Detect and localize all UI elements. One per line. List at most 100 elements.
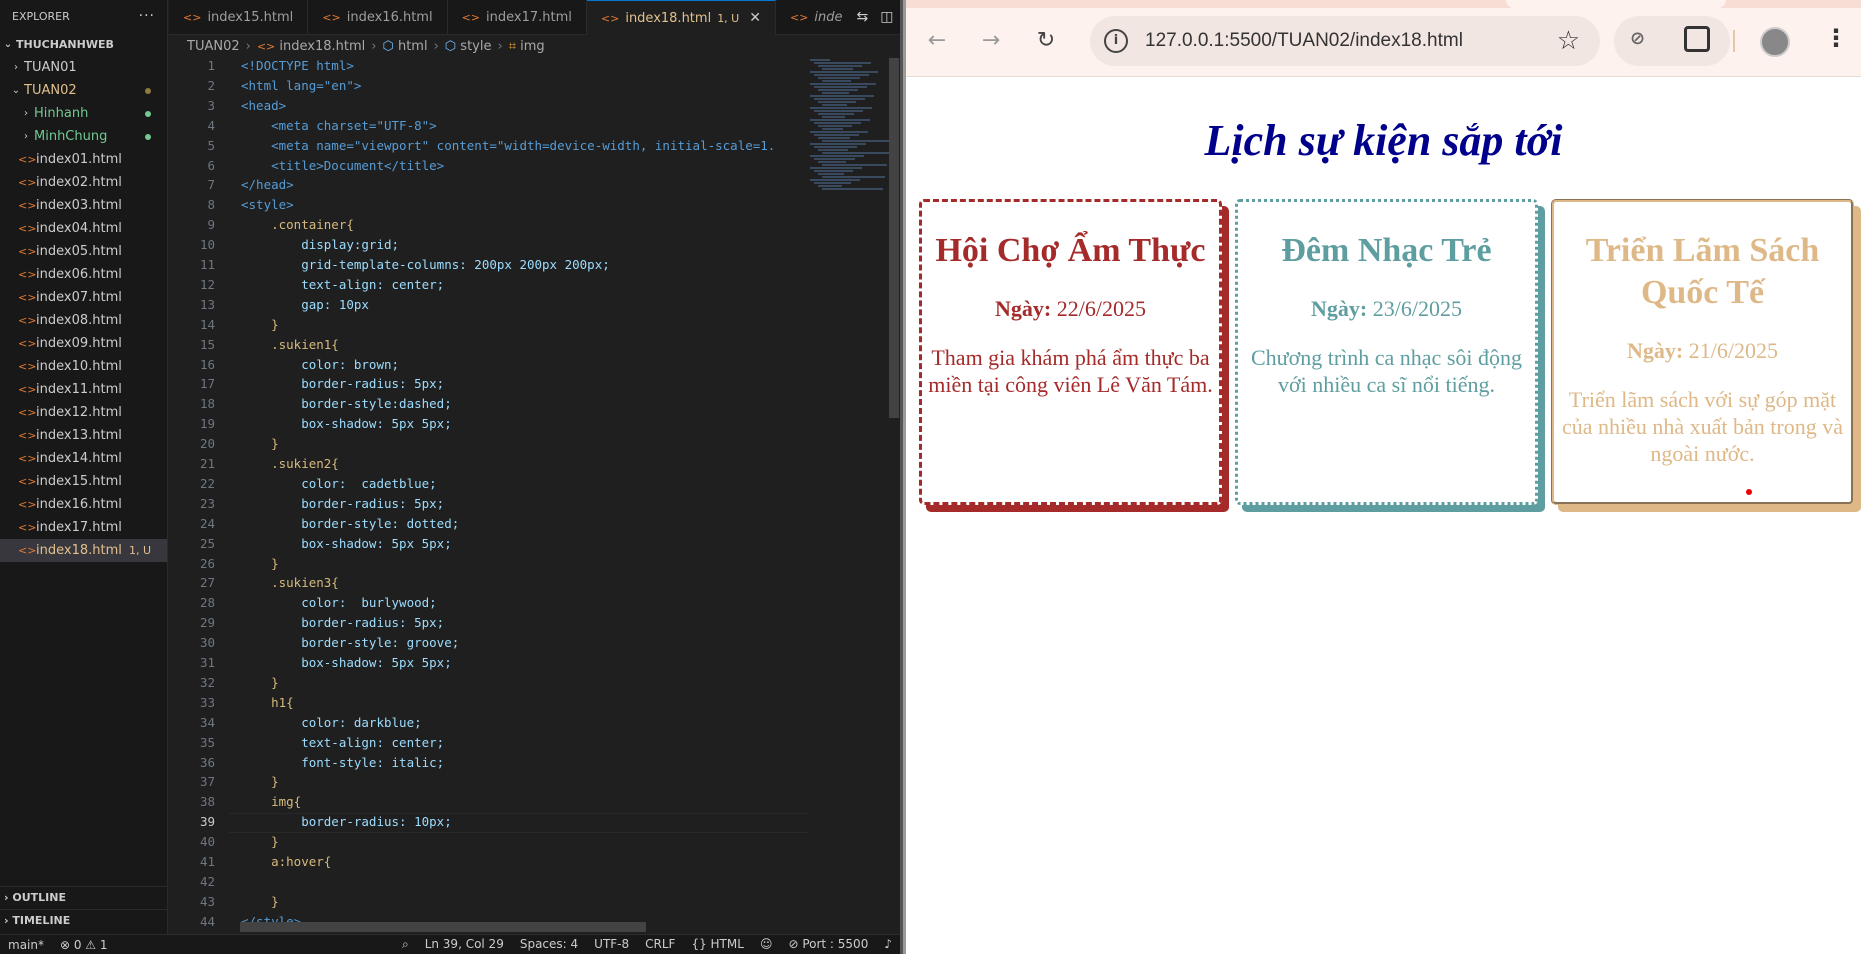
web-page: Lịch sự kiện sắp tới Hội Chợ Ẩm Thực Ngà… bbox=[906, 77, 1861, 954]
file-index09[interactable]: <> index09.html bbox=[0, 332, 167, 355]
code-line: } bbox=[241, 436, 279, 452]
file-index17[interactable]: <> index17.html bbox=[0, 516, 167, 539]
back-icon[interactable]: ← bbox=[920, 24, 954, 58]
file-index08[interactable]: <> index08.html bbox=[0, 309, 167, 332]
html-file-icon: <> bbox=[18, 383, 37, 396]
file-index06[interactable]: <> index06.html bbox=[0, 263, 167, 286]
breadcrumb-style[interactable]: ⬡ style bbox=[445, 36, 492, 58]
file-index05[interactable]: <> index05.html bbox=[0, 240, 167, 263]
code-line: color: burlywood; bbox=[241, 595, 437, 611]
line-number: 28 bbox=[199, 595, 215, 611]
file-index14[interactable]: <> index14.html bbox=[0, 447, 167, 470]
cursor-position[interactable]: Ln 39, Col 29 bbox=[417, 937, 512, 952]
line-number: 37 bbox=[199, 774, 215, 790]
file-index10[interactable]: <> index10.html bbox=[0, 355, 167, 378]
git-branch[interactable]: main* bbox=[0, 938, 52, 952]
breadcrumb-folder[interactable]: TUAN02 bbox=[187, 36, 240, 58]
extensions-area: ⊘ bbox=[1614, 16, 1730, 66]
profile-avatar[interactable] bbox=[1760, 27, 1790, 57]
more-actions-icon[interactable]: ··· bbox=[139, 0, 155, 33]
html-file-icon: <> bbox=[18, 222, 37, 235]
line-number: 38 bbox=[199, 794, 215, 810]
file-index12[interactable]: <> index12.html bbox=[0, 401, 167, 424]
file-index07[interactable]: <> index07.html bbox=[0, 286, 167, 309]
editor-scrollbar[interactable] bbox=[889, 58, 899, 418]
line-number: 8 bbox=[207, 197, 215, 213]
event-description: Triển lãm sách với sự góp mặt của nhiều … bbox=[1561, 387, 1843, 466]
extension-icon[interactable]: ⊘ bbox=[1630, 28, 1645, 49]
url-text[interactable]: 127.0.0.1:5500/TUAN02/index18.html bbox=[1145, 30, 1463, 52]
line-number: 14 bbox=[199, 316, 215, 332]
line-number: 19 bbox=[199, 416, 215, 432]
tab-index15[interactable]: <> index15.html bbox=[169, 0, 309, 35]
breadcrumb-html[interactable]: ⬡ html bbox=[382, 36, 427, 58]
code-line: font-style: italic; bbox=[241, 754, 445, 770]
site-info-icon[interactable]: i bbox=[1104, 29, 1128, 53]
line-number: 42 bbox=[199, 873, 215, 889]
modified-dot bbox=[145, 88, 151, 94]
file-index13[interactable]: <> index13.html bbox=[0, 424, 167, 447]
file-index04[interactable]: <> index04.html bbox=[0, 217, 167, 240]
folder-tuan01[interactable]: › TUAN01 bbox=[0, 56, 167, 79]
file-index11[interactable]: <> index11.html bbox=[0, 378, 167, 401]
code-line: <head> bbox=[241, 97, 287, 113]
html-file-icon: <> bbox=[256, 40, 276, 53]
tab-index18[interactable]: <> index18.html 1, U ✕ bbox=[586, 0, 776, 36]
address-bar[interactable]: i 127.0.0.1:5500/TUAN02/index18.html ☆ bbox=[1090, 16, 1600, 66]
event-title: Đêm Nhạc Trẻ bbox=[1281, 232, 1492, 269]
end-of-line[interactable]: CRLF bbox=[637, 937, 683, 952]
puzzle-icon[interactable] bbox=[1684, 26, 1710, 52]
live-server-port[interactable]: ⊘ Port : 5500 bbox=[780, 937, 876, 952]
code-line: text-align: center; bbox=[241, 276, 445, 292]
line-number: 1 bbox=[207, 58, 215, 73]
line-number: 3 bbox=[207, 97, 215, 113]
file-index16[interactable]: <> index16.html bbox=[0, 493, 167, 516]
folder-tuan02[interactable]: ⌄ TUAN02 bbox=[0, 79, 167, 102]
timeline-section[interactable]: › TIMELINE bbox=[0, 909, 168, 931]
html-file-icon: <> bbox=[18, 153, 37, 166]
tab-index16[interactable]: <> index16.html bbox=[308, 0, 448, 35]
language-mode[interactable]: {} HTML bbox=[683, 937, 751, 952]
bookmark-star-icon[interactable]: ☆ bbox=[1557, 26, 1580, 56]
file-index15[interactable]: <> index15.html bbox=[0, 470, 167, 493]
zoom-icon[interactable]: ⌕ bbox=[394, 937, 417, 952]
line-number: 27 bbox=[199, 575, 215, 591]
line-number: 32 bbox=[199, 674, 215, 690]
workspace-folder[interactable]: ⌄ THUCHANHWEB bbox=[0, 33, 167, 56]
code-editor[interactable]: 1 <!DOCTYPE html> 2 <html lang="en"> 3 <head>… bbox=[169, 58, 809, 934]
problems-count[interactable]: ⊗ 0 ⚠ 1 bbox=[52, 938, 116, 952]
file-index02[interactable]: <> index02.html bbox=[0, 171, 167, 194]
toolbar-divider bbox=[1733, 30, 1735, 52]
horizontal-scrollbar[interactable] bbox=[240, 922, 646, 932]
breadcrumb-file[interactable]: <> index18.html bbox=[257, 36, 365, 58]
breadcrumb-img[interactable]: ⌗ img bbox=[509, 36, 545, 58]
line-number: 33 bbox=[199, 694, 215, 710]
indentation[interactable]: Spaces: 4 bbox=[512, 937, 586, 952]
split-editor-icon[interactable]: ◫ bbox=[880, 9, 893, 25]
copilot-icon[interactable]: ☺ bbox=[752, 937, 781, 952]
code-line: box-shadow: 5px 5px; bbox=[241, 416, 452, 432]
line-number: 24 bbox=[199, 515, 215, 531]
compare-icon[interactable]: ⇆ bbox=[857, 9, 869, 25]
event-date: Ngày: 21/6/2025 bbox=[1627, 338, 1778, 363]
code-line: h1{ bbox=[241, 694, 294, 710]
minimap[interactable] bbox=[810, 58, 891, 198]
tab-index17[interactable]: <> index17.html bbox=[448, 0, 587, 35]
kebab-menu-icon[interactable]: ⋮ bbox=[1824, 24, 1848, 52]
line-number: 41 bbox=[199, 854, 215, 869]
mouse-cursor-marker bbox=[1746, 489, 1752, 495]
folder-minhchung[interactable]: › MinhChung bbox=[0, 125, 167, 148]
file-index03[interactable]: <> index03.html bbox=[0, 194, 167, 217]
reload-icon[interactable]: ↻ bbox=[1029, 24, 1063, 58]
file-index01[interactable]: <> index01.html bbox=[0, 148, 167, 171]
line-number: 39 bbox=[199, 814, 215, 830]
file-index18[interactable]: <> index18.html 1, U bbox=[0, 539, 167, 562]
bell-icon[interactable]: ♪ bbox=[876, 937, 900, 952]
close-icon[interactable]: ✕ bbox=[749, 1, 761, 36]
forward-icon[interactable]: → bbox=[974, 24, 1008, 58]
tab-overflow[interactable]: <> inde bbox=[776, 0, 857, 35]
outline-section[interactable]: › OUTLINE bbox=[0, 886, 168, 908]
folder-hinhanh[interactable]: › Hinhanh bbox=[0, 102, 167, 125]
event-card-3: Triển Lãm Sách Quốc Tế Ngày: 21/6/2025 T… bbox=[1551, 199, 1854, 505]
encoding[interactable]: UTF-8 bbox=[586, 937, 637, 952]
